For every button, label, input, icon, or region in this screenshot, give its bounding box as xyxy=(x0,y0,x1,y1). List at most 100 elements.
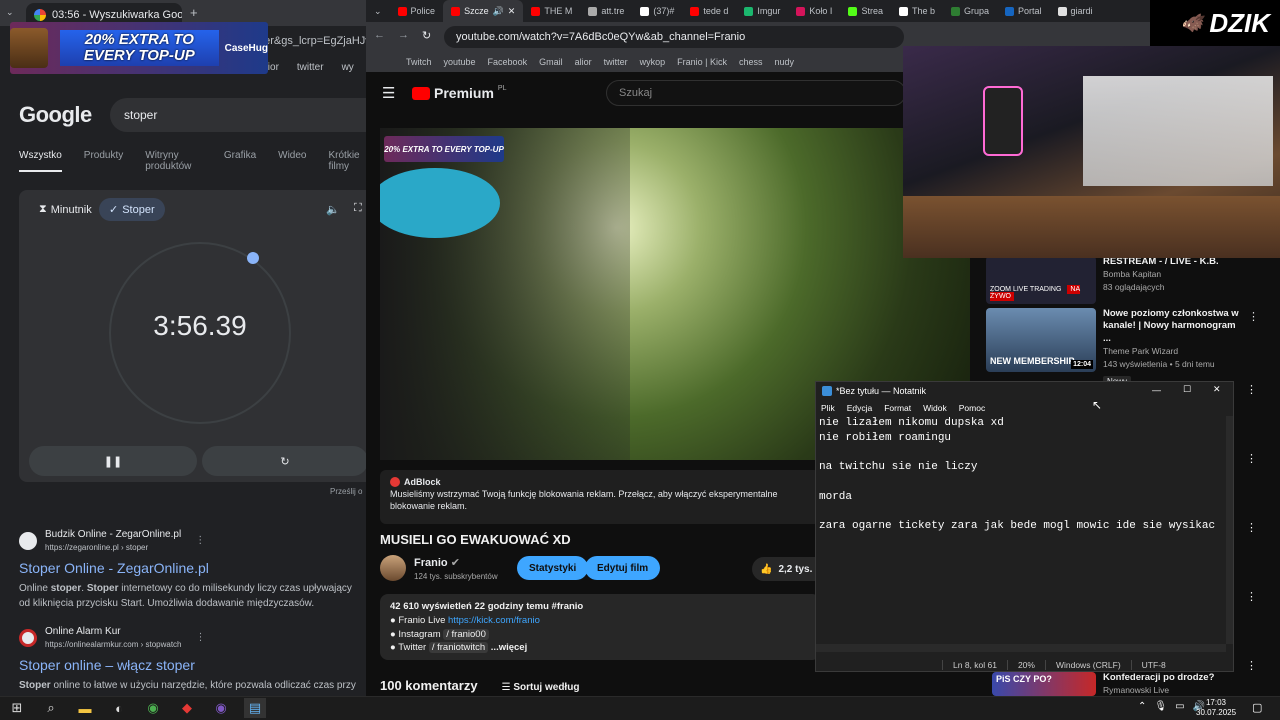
filter-tab-all[interactable]: Wszystko xyxy=(19,150,62,172)
rec-more-icon[interactable]: ⋮ xyxy=(1246,659,1257,672)
close-tab-icon[interactable]: ✕ xyxy=(508,6,516,17)
notepad-taskbar-icon[interactable]: ▤ xyxy=(244,698,266,718)
menu-file[interactable]: Plik xyxy=(821,403,835,413)
reload-icon[interactable]: ↻ xyxy=(422,29,431,42)
channel-name-row[interactable]: Franio ✔ xyxy=(414,556,460,569)
timer-mode-button[interactable]: ⧗ Minutnik xyxy=(29,198,102,221)
clock[interactable]: 17:03 30.07.2025 xyxy=(1196,698,1236,717)
bookmark-gmail[interactable]: Gmail xyxy=(539,57,563,67)
like-button[interactable]: 👍 2,2 tys. xyxy=(752,557,820,581)
back-arrow-icon[interactable]: ← xyxy=(374,29,385,41)
recommendation-3[interactable]: PiS CZY PO? Konfederacji po drodze? Ryma… xyxy=(986,672,1280,696)
google-search-input[interactable]: stoper xyxy=(110,98,366,132)
video-ad-overlay[interactable]: 20% EXTRA TO EVERY TOP-UP xyxy=(384,136,504,162)
google-logo[interactable]: Google xyxy=(19,102,92,128)
pause-button[interactable]: ❚❚ xyxy=(29,446,197,476)
tab-list-chevron-icon[interactable]: ⌄ xyxy=(6,7,14,18)
microphone-icon[interactable]: 🎙 xyxy=(1154,701,1167,712)
maximize-icon[interactable]: ☐ xyxy=(1183,384,1191,395)
minimize-icon[interactable]: — xyxy=(1152,385,1161,395)
recommendation-1[interactable]: ZOOM LIVE TRADING NA ŻYWO RESTREAM - / L… xyxy=(986,256,1280,312)
menu-help[interactable]: Pomoc xyxy=(959,403,985,413)
tab-11[interactable]: Grupa xyxy=(943,0,997,22)
tab-10[interactable]: The b xyxy=(891,0,943,22)
reset-button[interactable]: ↻ xyxy=(202,446,366,476)
bookmark-kick[interactable]: Franio | Kick xyxy=(677,57,727,67)
show-more-link[interactable]: ...więcej xyxy=(491,642,527,653)
windows-start-icon[interactable]: ⊞ xyxy=(6,698,28,718)
fullscreen-icon[interactable]: ⛶ xyxy=(354,202,362,215)
search-icon[interactable]: ⌕ xyxy=(40,698,62,718)
youtube-search-input[interactable]: Szukaj xyxy=(606,80,906,106)
result-title-link[interactable]: Stoper online – włącz stoper xyxy=(19,655,359,676)
notifications-icon[interactable]: ▢ xyxy=(1252,701,1262,714)
bookmark-alior[interactable]: alior xyxy=(575,57,592,67)
bookmark-wykop[interactable]: wykop xyxy=(640,57,666,67)
tray-chevron-icon[interactable]: ⌃ xyxy=(1138,701,1146,712)
result-title-link[interactable]: Stoper Online - ZegarOnline.pl xyxy=(19,558,359,579)
notepad-titlebar[interactable]: *Bez tytułu — Notatnik — ☐ ✕ xyxy=(816,382,1233,400)
filter-tab-images[interactable]: Grafika xyxy=(224,150,256,172)
rec-more-icon[interactable]: ⋮ xyxy=(1246,452,1257,465)
menu-view[interactable]: Widok xyxy=(923,403,947,413)
tab-6[interactable]: tede d xyxy=(682,0,736,22)
bookmark-folder[interactable]: nudy xyxy=(775,57,795,67)
address-bar[interactable]: youtube.com/watch?v=7A6dBc0eQYw&ab_chann… xyxy=(444,26,904,48)
rec-more-icon[interactable]: ⋮ xyxy=(1246,590,1257,603)
youtube-premium-logo[interactable]: Premium PL xyxy=(412,85,506,101)
bookmark-wy[interactable]: wy xyxy=(342,62,354,73)
stopwatch-mode-button[interactable]: ✓ Stoper xyxy=(99,198,165,221)
sort-icon[interactable]: ☰ Sortuj według xyxy=(502,682,580,693)
forward-arrow-icon[interactable]: → xyxy=(398,29,409,41)
result-more-icon[interactable]: ⋮ xyxy=(195,533,205,548)
bookmark-twitter[interactable]: twitter xyxy=(297,62,324,73)
edit-video-button[interactable]: Edytuj film xyxy=(585,556,661,580)
tab-5[interactable]: (37)# xyxy=(632,0,682,22)
vertical-scrollbar[interactable] xyxy=(1226,416,1233,644)
filter-tab-shops[interactable]: Witryny produktów xyxy=(145,150,202,172)
feedback-link[interactable]: Prześlij o xyxy=(330,487,362,496)
stats-button[interactable]: Statystyki xyxy=(517,556,589,580)
sound-icon[interactable]: 🔈 xyxy=(326,203,340,216)
bookmark-youtube[interactable]: youtube xyxy=(444,57,476,67)
tab-9[interactable]: Strea xyxy=(840,0,891,22)
tab-1[interactable]: Police xyxy=(390,0,444,22)
filter-tab-products[interactable]: Produkty xyxy=(84,150,123,172)
recommendation-2[interactable]: NEW MEMBERSHIP 12:04 Nowe poziomy członko… xyxy=(986,308,1280,387)
bookmark-twitter[interactable]: twitter xyxy=(604,57,628,67)
instagram-handle[interactable]: / franio00 xyxy=(443,628,489,640)
tab-search-icon[interactable]: ⌄ xyxy=(366,0,390,22)
twitter-handle[interactable]: / franiotwitch xyxy=(428,642,489,654)
app-icon[interactable]: ◐ xyxy=(108,698,130,718)
app-red-icon[interactable]: ◆ xyxy=(176,698,198,718)
horizontal-scrollbar[interactable] xyxy=(816,644,1226,652)
kick-link[interactable]: https://kick.com/franio xyxy=(448,615,540,626)
chrome-icon[interactable]: ◉ xyxy=(142,698,164,718)
video-description[interactable]: 42 610 wyświetleń 22 godziny temu #frani… xyxy=(380,594,820,660)
chrome-profile-icon[interactable]: ◉ xyxy=(210,698,232,718)
channel-avatar[interactable] xyxy=(380,555,406,581)
tab-12[interactable]: Portal xyxy=(997,0,1050,22)
new-tab-plus-icon[interactable]: + xyxy=(190,5,198,20)
result-more-icon[interactable]: ⋮ xyxy=(196,630,206,645)
rec-more-icon[interactable]: ⋮ xyxy=(1246,521,1257,534)
network-icon[interactable]: ▭ xyxy=(1175,701,1184,712)
close-window-icon[interactable]: ✕ xyxy=(1213,384,1221,395)
bookmark-facebook[interactable]: Facebook xyxy=(488,57,528,67)
hamburger-menu-icon[interactable]: ☰ xyxy=(382,84,395,102)
tab-2-active[interactable]: Szcze 🔊 ✕ xyxy=(443,0,524,22)
filter-tab-videos[interactable]: Wideo xyxy=(278,150,306,172)
menu-format[interactable]: Format xyxy=(884,403,911,413)
casehug-ad-banner[interactable]: 20% EXTRA TO EVERY TOP-UP CaseHug xyxy=(10,22,268,74)
tab-13[interactable]: giardi xyxy=(1050,0,1101,22)
menu-edit[interactable]: Edycja xyxy=(847,403,873,413)
tab-8[interactable]: Koło I xyxy=(788,0,840,22)
tab-7[interactable]: Imgur xyxy=(736,0,788,22)
bookmark-chess[interactable]: chess xyxy=(739,57,763,67)
file-explorer-icon[interactable]: ▬ xyxy=(74,698,96,718)
filter-tab-shorts[interactable]: Krótkie filmy xyxy=(329,150,367,172)
tab-4[interactable]: att.tre xyxy=(580,0,632,22)
tab-3[interactable]: THE M xyxy=(523,0,580,22)
rec-more-icon[interactable]: ⋮ xyxy=(1246,383,1257,396)
notepad-text-area[interactable]: nie lizałem nikomu dupska xd nie robiłem… xyxy=(816,416,1226,644)
